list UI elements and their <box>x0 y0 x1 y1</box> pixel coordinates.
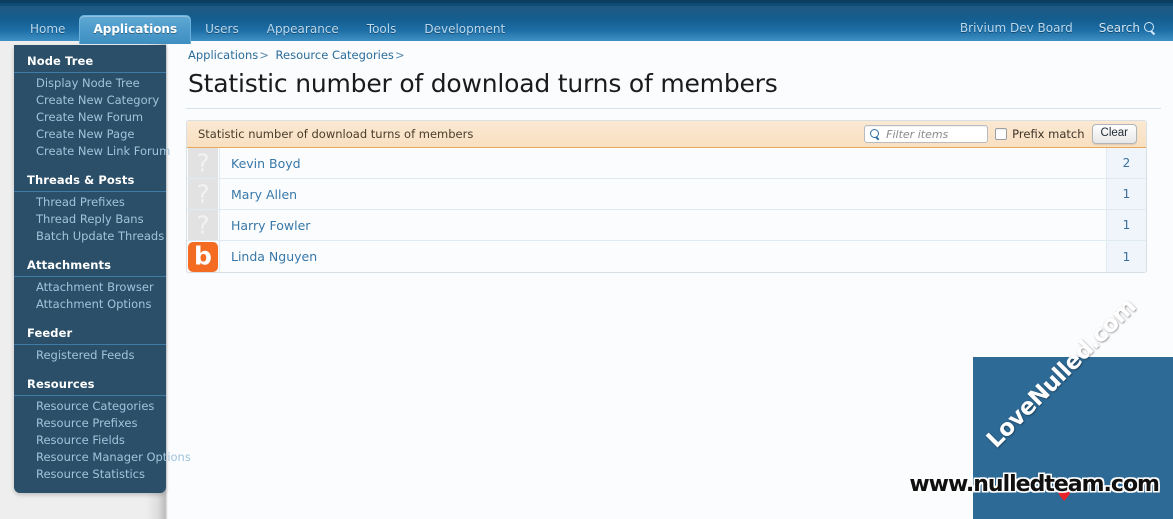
sidebar-group-title: Threads & Posts <box>14 170 166 192</box>
row-name-cell: Harry Fowler <box>219 210 1106 240</box>
sidebar-group-attachments: Attachments Attachment Browser Attachment … <box>14 255 166 313</box>
nav-search-button[interactable]: Search <box>1097 15 1159 41</box>
sidebar-group-title: Feeder <box>14 323 166 345</box>
breadcrumb-separator: > <box>394 48 405 62</box>
row-name-cell: Mary Allen <box>219 179 1106 209</box>
prefix-match-label: Prefix match <box>1012 127 1085 141</box>
prefix-match-checkbox[interactable] <box>995 128 1008 140</box>
secondary-nav-items: Brivium Dev Board Search <box>958 15 1159 41</box>
question-mark-avatar[interactable] <box>188 210 218 240</box>
filter-input-wrapper[interactable] <box>864 125 989 143</box>
sidebar-item-thread-reply-bans[interactable]: Thread Reply Bans <box>14 211 166 228</box>
search-icon <box>870 129 881 140</box>
watermark-lovenulled-text: LoveNulled.com <box>981 293 1142 454</box>
primary-nav-items: Home Applications Users Appearance Tools Deve… <box>16 15 519 44</box>
download-count: 2 <box>1106 148 1146 178</box>
member-link[interactable]: Mary Allen <box>231 187 297 202</box>
nav-item-tools[interactable]: Tools <box>353 15 411 44</box>
sidebar-item-resource-fields[interactable]: Resource Fields <box>14 432 166 449</box>
search-icon <box>1144 21 1157 35</box>
sidebar-group-threads-posts: Threads & Posts Thread Prefixes Thread Rep… <box>14 170 166 245</box>
list-header-title: Statistic number of download turns of me… <box>198 127 474 141</box>
top-navigation-bar: Home Applications Users Appearance Tools Deve… <box>0 0 1173 44</box>
admin-page-root: Home Applications Users Appearance Tools Deve… <box>0 0 1173 519</box>
sidebar-group-feeder: Feeder Registered Feeds <box>14 323 166 364</box>
sidebar-item-resource-manager-options[interactable]: Resource Manager Options <box>14 449 191 466</box>
table-row: Linda Nguyen 1 <box>187 241 1146 272</box>
download-count: 1 <box>1106 179 1146 209</box>
row-avatar-cell <box>187 148 219 178</box>
sidebar-item-create-new-link-forum[interactable]: Create New Link Forum <box>14 143 170 160</box>
nav-search-label: Search <box>1098 21 1140 35</box>
sidebar-item-batch-update-threads[interactable]: Batch Update Threads <box>14 228 166 245</box>
sidebar-group-title: Attachments <box>14 255 166 277</box>
sidebar-group-node-tree: Node Tree Display Node Tree Create New Cat… <box>14 51 170 160</box>
sidebar-item-resource-categories[interactable]: Resource Categories <box>14 398 166 415</box>
list-header: Statistic number of download turns of me… <box>187 121 1146 148</box>
nav-item-board-link[interactable]: Brivium Dev Board <box>958 15 1075 41</box>
sidebar-item-create-new-forum[interactable]: Create New Forum <box>14 109 166 126</box>
row-name-cell: Linda Nguyen <box>219 241 1106 272</box>
page-title: Statistic number of download turns of me… <box>186 67 1161 109</box>
admin-sidebar: Node Tree Display Node Tree Create New Cat… <box>14 45 191 493</box>
table-row: Kevin Boyd 2 <box>187 148 1146 179</box>
nav-item-development[interactable]: Development <box>410 15 519 44</box>
sidebar-item-attachment-options[interactable]: Attachment Options <box>14 296 166 313</box>
filter-input[interactable] <box>884 126 988 142</box>
sidebar-item-registered-feeds[interactable]: Registered Feeds <box>14 347 166 364</box>
member-link[interactable]: Kevin Boyd <box>231 156 301 171</box>
sidebar-group-title: Resources <box>14 374 166 396</box>
nav-item-home[interactable]: Home <box>16 15 79 44</box>
nav-item-users[interactable]: Users <box>191 15 253 44</box>
sidebar-group-resources: Resources Resource Categories Resource Pre… <box>14 374 191 483</box>
breadcrumb: Applications> Resource Categories> <box>186 45 1161 67</box>
question-mark-avatar[interactable] <box>188 179 218 209</box>
nav-item-appearance[interactable]: Appearance <box>253 15 353 44</box>
list-filter-bar: Prefix match Clear <box>864 124 1137 144</box>
sidebar-item-resource-statistics[interactable]: Resource Statistics <box>14 466 166 483</box>
table-row: Harry Fowler 1 <box>187 210 1146 241</box>
table-row: Mary Allen 1 <box>187 179 1146 210</box>
breadcrumb-separator: > <box>259 48 269 62</box>
member-link[interactable]: Harry Fowler <box>231 218 310 233</box>
statistics-rows: Kevin Boyd2Mary Allen1Harry Fowler1Linda… <box>187 148 1146 272</box>
sidebar-item-create-new-category[interactable]: Create New Category <box>14 92 166 109</box>
prefix-match-toggle[interactable]: Prefix match <box>995 127 1085 141</box>
download-count: 1 <box>1106 210 1146 240</box>
main-content: Applications> Resource Categories> Stati… <box>186 45 1161 273</box>
nav-item-applications[interactable]: Applications <box>79 15 192 44</box>
statistics-list-block: Statistic number of download turns of me… <box>186 120 1147 273</box>
sidebar-item-create-new-page[interactable]: Create New Page <box>14 126 166 143</box>
clear-button[interactable]: Clear <box>1091 124 1137 144</box>
sidebar-group-title: Node Tree <box>14 51 166 73</box>
row-avatar-cell <box>187 241 219 272</box>
sidebar-item-attachment-browser[interactable]: Attachment Browser <box>14 279 166 296</box>
question-mark-avatar[interactable] <box>188 148 218 178</box>
watermark-bottom-text: www.nulledteam.com <box>909 472 1160 497</box>
download-count: 1 <box>1106 241 1146 272</box>
row-avatar-cell <box>187 179 219 209</box>
member-link[interactable]: Linda Nguyen <box>231 249 317 264</box>
breadcrumb-item-resource-categories[interactable]: Resource Categories <box>276 48 394 62</box>
sidebar-item-resource-prefixes[interactable]: Resource Prefixes <box>14 415 166 432</box>
row-name-cell: Kevin Boyd <box>219 148 1106 178</box>
brivium-b-avatar[interactable] <box>188 241 218 272</box>
breadcrumb-item-applications[interactable]: Applications <box>188 48 258 62</box>
sidebar-item-thread-prefixes[interactable]: Thread Prefixes <box>14 194 166 211</box>
row-avatar-cell <box>187 210 219 240</box>
sidebar-item-display-node-tree[interactable]: Display Node Tree <box>14 75 166 92</box>
